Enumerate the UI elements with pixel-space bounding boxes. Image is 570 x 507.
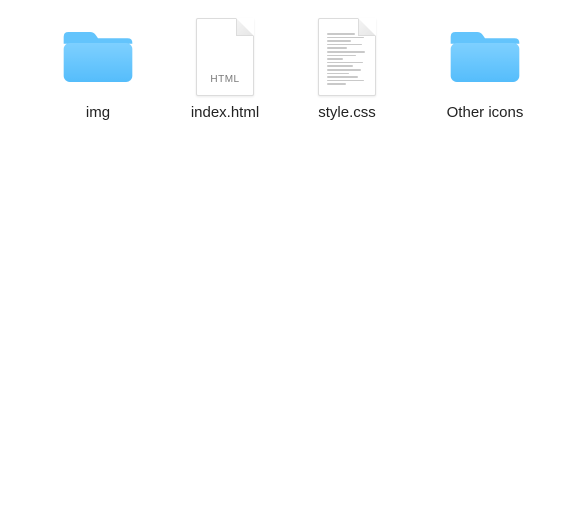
folder-icon <box>58 18 138 96</box>
item-label: style.css <box>318 104 376 122</box>
folder-item-other-icons[interactable]: Other icons <box>430 18 540 122</box>
file-browser-area: img HTML index.html style.css <box>0 0 570 507</box>
file-item-index-html[interactable]: HTML index.html <box>170 18 280 122</box>
html-file-icon: HTML <box>185 18 265 96</box>
folder-item-img[interactable]: img <box>43 18 153 122</box>
file-badge-html: HTML <box>197 74 253 85</box>
item-label: img <box>86 104 110 122</box>
file-item-style-css[interactable]: style.css <box>292 18 402 122</box>
item-label: Other icons <box>447 104 524 122</box>
folder-icon <box>445 18 525 96</box>
text-file-icon <box>307 18 387 96</box>
item-label: index.html <box>191 104 259 122</box>
